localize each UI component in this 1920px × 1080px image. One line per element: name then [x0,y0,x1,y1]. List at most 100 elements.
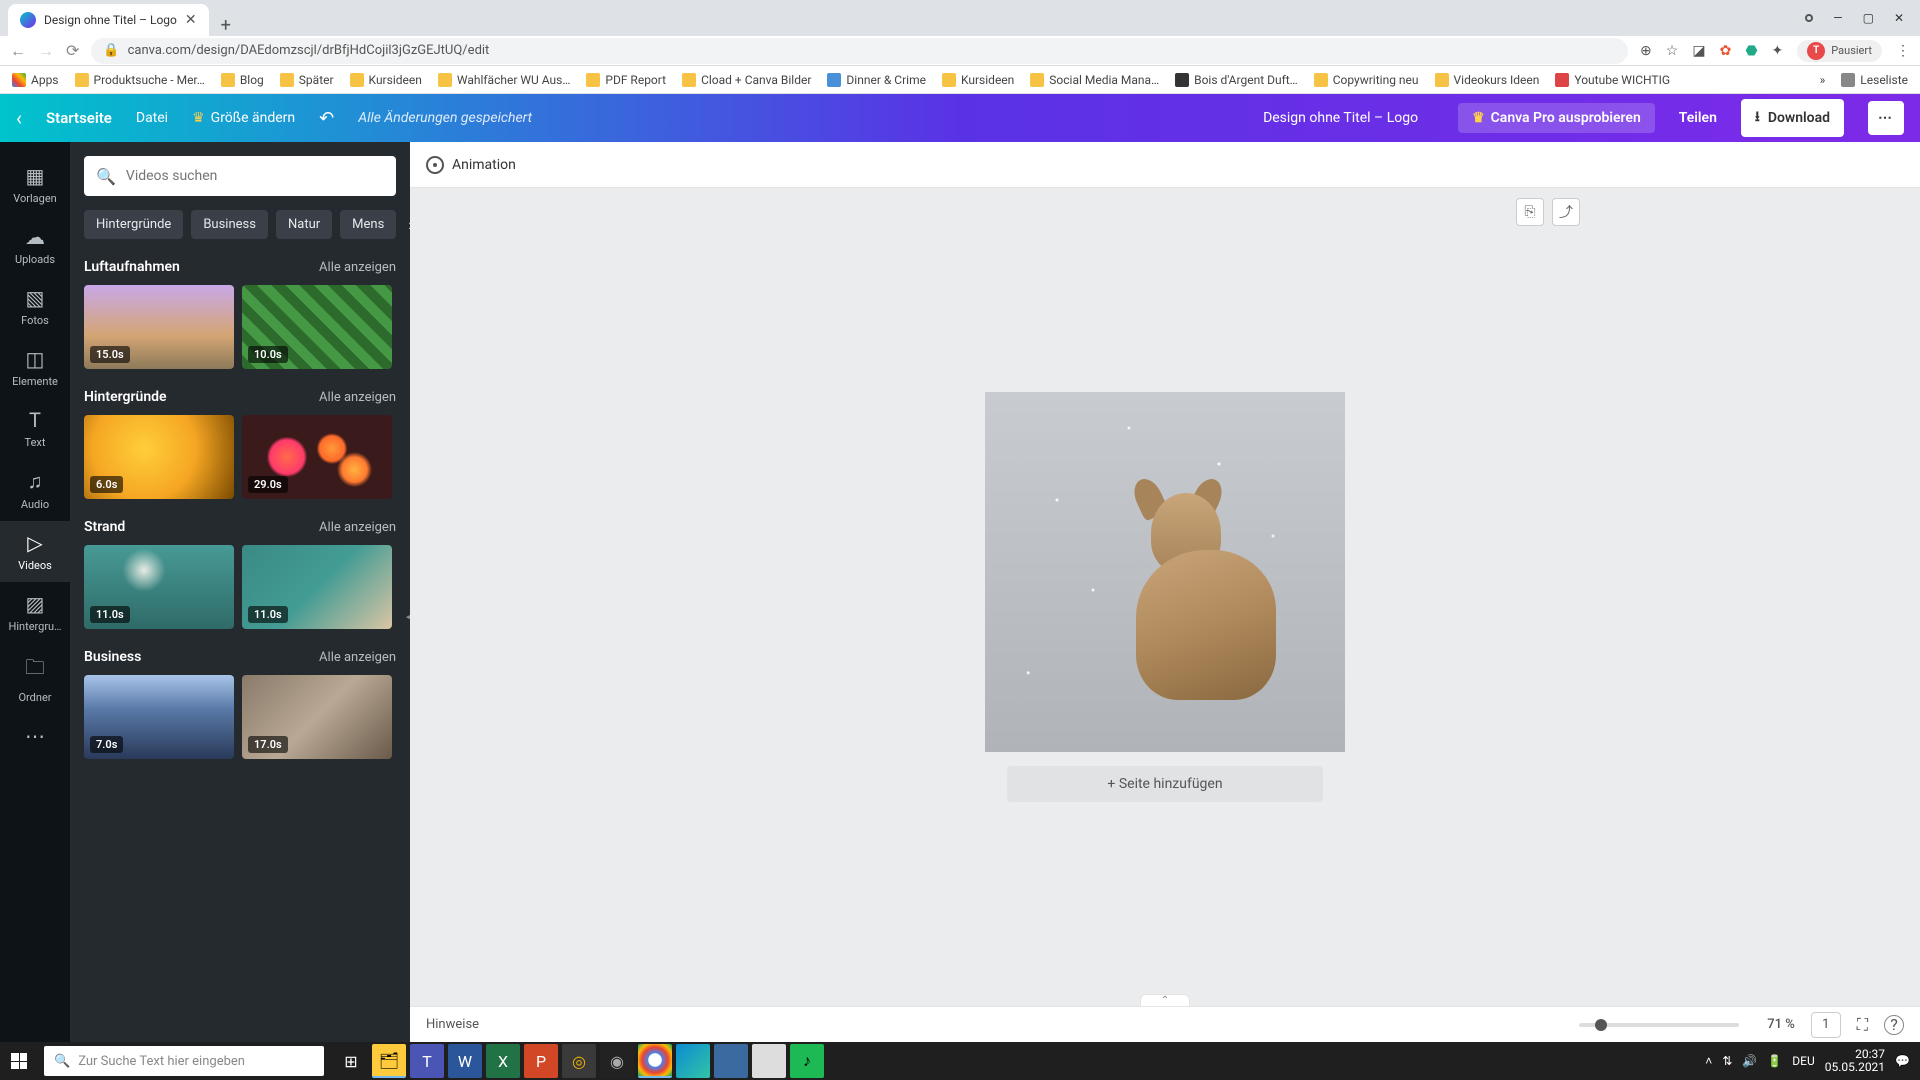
new-tab-button[interactable]: + [209,15,243,36]
excel-icon[interactable]: X [486,1044,520,1078]
teams-icon[interactable]: T [410,1044,444,1078]
bookmark-item[interactable]: Blog [221,73,264,87]
rail-more[interactable]: ⋯ [0,714,70,758]
taskbar-search[interactable]: 🔍Zur Suche Text hier eingeben [44,1046,324,1076]
rail-photos[interactable]: ▧Fotos [0,276,70,337]
zoom-icon[interactable]: ⊕ [1640,43,1652,59]
back-icon[interactable]: ← [10,41,26,61]
explorer-icon[interactable]: 🗂 [372,1044,406,1078]
bookmark-item[interactable]: Dinner & Crime [827,73,926,87]
address-bar[interactable]: 🔒 canva.com/design/DAEdomzscjl/drBfjHdCo… [91,38,1628,64]
bookmark-item[interactable]: Kursideen [942,73,1014,87]
window-close-icon[interactable]: ✕ [1894,11,1904,25]
rail-background[interactable]: ▨Hintergru… [0,582,70,643]
home-back-icon[interactable]: ‹ [16,106,22,130]
video-thumb[interactable]: 29.0s [242,415,392,499]
bookmark-item[interactable]: Cload + Canva Bilder [682,73,811,87]
download-button[interactable]: ⭳Download [1741,99,1844,137]
clock[interactable]: 20:37 05.05.2021 [1825,1048,1885,1074]
expand-timeline-icon[interactable]: ⌃ [1140,994,1190,1006]
see-all-link[interactable]: Alle anzeigen [319,260,396,275]
document-title[interactable]: Design ohne Titel – Logo [1263,110,1418,126]
close-tab-icon[interactable]: ✕ [185,12,197,28]
wifi-icon[interactable]: ⇅ [1722,1054,1732,1068]
extension-icon-2[interactable]: ✿ [1720,43,1732,59]
video-thumb[interactable]: 7.0s [84,675,234,759]
resize-button[interactable]: ♛Größe ändern [192,110,295,126]
add-page-button[interactable]: + Seite hinzufügen [1007,766,1322,802]
chip-hintergruende[interactable]: Hintergründe [84,210,183,239]
bookmark-item[interactable]: Videokurs Ideen [1435,73,1540,87]
maximize-icon[interactable]: ▢ [1863,11,1874,25]
language-indicator[interactable]: DEU [1792,1054,1814,1068]
fullscreen-icon[interactable]: ⛶ [1857,1015,1868,1035]
bookmark-item[interactable]: Produktsuche - Mer… [75,73,205,87]
video-thumb[interactable]: 6.0s [84,415,234,499]
try-pro-button[interactable]: ♛Canva Pro ausprobieren [1458,103,1655,133]
file-menu[interactable]: Datei [136,110,168,126]
kebab-menu-icon[interactable]: ⋮ [1896,43,1910,59]
animation-button[interactable]: Animation [426,156,516,174]
help-icon[interactable]: ? [1884,1015,1904,1035]
home-button[interactable]: Startseite [46,109,112,127]
canvas-page[interactable] [985,392,1345,752]
video-thumb[interactable]: 11.0s [84,545,234,629]
rail-audio[interactable]: ♫Audio [0,459,70,521]
word-icon[interactable]: W [448,1044,482,1078]
powerpoint-icon[interactable]: P [524,1044,558,1078]
share-page-icon[interactable]: ⤴ [1552,198,1580,226]
video-thumb[interactable]: 10.0s [242,285,392,369]
reload-icon[interactable]: ⟳ [66,41,79,60]
bookmark-reading-list[interactable]: Leseliste [1841,73,1908,87]
page-indicator[interactable]: 1 [1811,1012,1841,1038]
battery-icon[interactable]: 🔋 [1767,1054,1782,1068]
notifications-icon[interactable]: 💬 [1895,1054,1910,1068]
minimize-icon[interactable]: — [1833,11,1842,25]
bookmark-item[interactable]: Youtube WICHTIG [1555,73,1670,87]
rail-uploads[interactable]: ☁Uploads [0,215,70,276]
hints-label[interactable]: Hinweise [426,1017,479,1032]
bookmark-item[interactable]: Social Media Mana… [1030,73,1159,87]
chip-mens[interactable]: Mens [340,210,396,239]
video-search-input[interactable] [126,168,384,184]
share-button[interactable]: Teilen [1679,110,1717,126]
star-icon[interactable]: ☆ [1666,43,1679,59]
account-dot-icon[interactable] [1805,14,1813,22]
bookmarks-overflow-icon[interactable]: » [1820,73,1826,87]
see-all-link[interactable]: Alle anzeigen [319,650,396,665]
bookmark-item[interactable]: PDF Report [586,73,666,87]
collapse-panel-icon[interactable]: ◀ [400,592,410,640]
more-menu-button[interactable]: ⋯ [1868,101,1904,135]
bookmark-item[interactable]: Bois d'Argent Duft… [1175,73,1298,87]
app-icon-2[interactable] [714,1044,748,1078]
sound-icon[interactable]: 🔊 [1742,1054,1757,1068]
task-view-icon[interactable]: ⊞ [334,1044,368,1078]
duplicate-page-icon[interactable]: ⎘ [1516,198,1544,226]
undo-icon[interactable]: ↶ [319,108,334,129]
bookmark-apps[interactable]: Apps [12,73,59,87]
rail-templates[interactable]: ▦Vorlagen [0,154,70,215]
bookmark-item[interactable]: Später [280,73,334,87]
chip-business[interactable]: Business [191,210,268,239]
tray-chevron-icon[interactable]: ˄ [1705,1054,1712,1068]
video-thumb[interactable]: 17.0s [242,675,392,759]
bookmark-item[interactable]: Copywriting neu [1314,73,1419,87]
rail-folder[interactable]: 🗀Ordner [0,643,70,714]
spotify-icon[interactable]: ♪ [790,1044,824,1078]
video-thumb[interactable]: 11.0s [242,545,392,629]
see-all-link[interactable]: Alle anzeigen [319,390,396,405]
bookmark-item[interactable]: Kursideen [350,73,422,87]
start-button[interactable] [0,1042,38,1080]
chrome-icon[interactable] [638,1044,672,1078]
obs-icon[interactable]: ◉ [600,1044,634,1078]
app-icon-3[interactable] [752,1044,786,1078]
rail-videos[interactable]: ▷Videos [0,521,70,582]
zoom-slider[interactable] [1579,1023,1739,1027]
extension-icon[interactable]: ◪ [1692,43,1705,59]
profile-badge[interactable]: T Pausiert [1797,40,1882,62]
zoom-handle[interactable] [1595,1019,1607,1031]
extensions-menu-icon[interactable]: ✦ [1772,43,1784,59]
see-all-link[interactable]: Alle anzeigen [319,520,396,535]
app-icon[interactable]: ◎ [562,1044,596,1078]
rail-text[interactable]: TText [0,398,70,459]
